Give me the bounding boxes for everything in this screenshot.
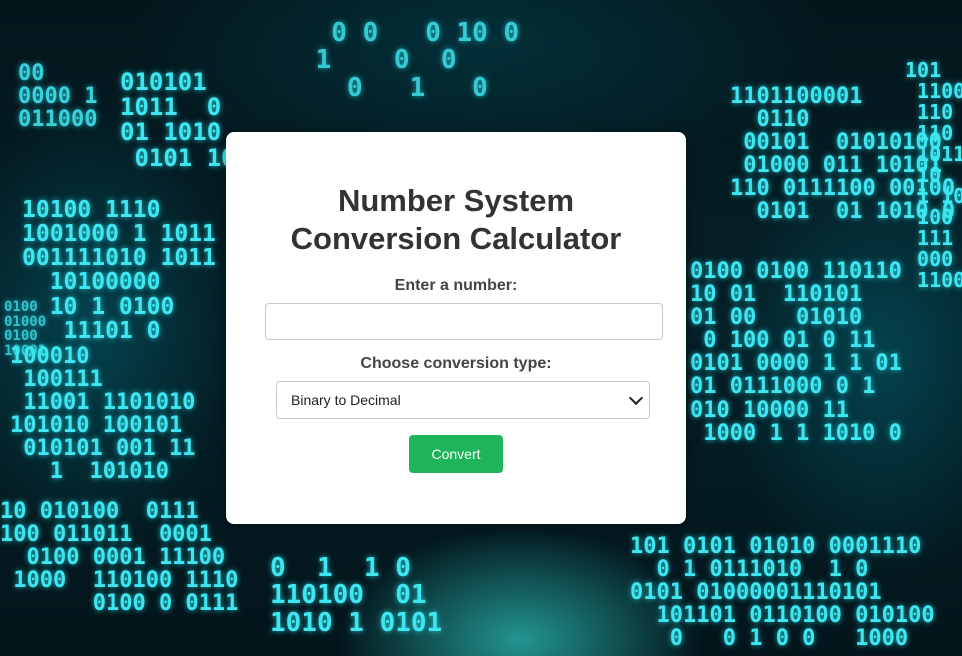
chevron-down-icon (628, 390, 644, 406)
binary-decoration: 0 0 0 10 0 1 0 0 0 1 0 (315, 18, 520, 103)
binary-decoration: 101 0101 01010 0001110 0 1 0111010 1 0 0… (630, 534, 935, 652)
conversion-type-selected: Binary to Decimal (291, 392, 401, 408)
convert-button[interactable]: Convert (409, 435, 503, 473)
page-title: Number System Conversion Calculator (226, 182, 686, 258)
binary-decoration: 10100 1110 1001000 1 1011 001111010 1011… (22, 197, 216, 344)
binary-decoration: 0 1 1 0 110100 01 1010 1 0101 (270, 553, 443, 638)
binary-decoration: 00 0000 1 011000 (18, 61, 98, 133)
conversion-type-select[interactable]: Binary to Decimal (276, 381, 650, 419)
binary-decoration: 100010 100111 11001 1101010 101010 10010… (10, 344, 196, 485)
binary-decoration: 010101 1011 0 01 1010 0101 10 (120, 68, 236, 172)
title-line-1: Number System (337, 183, 575, 218)
conversion-type-label: Choose conversion type: (360, 355, 552, 372)
number-label: Enter a number: (394, 277, 518, 294)
binary-decoration: 10 010100 0111 100 011011 0001 0100 0001… (0, 499, 239, 617)
title-line-2: Conversion Calculator (290, 221, 622, 256)
number-input[interactable] (265, 303, 663, 340)
binary-decoration: 0100 0100 110110 10 01 110101 01 00 0101… (690, 259, 902, 446)
binary-decoration: 101 1100 110 110 1011 10 1 10 100 111 00… (905, 58, 962, 292)
converter-card: Number System Conversion Calculator Ente… (226, 132, 686, 524)
